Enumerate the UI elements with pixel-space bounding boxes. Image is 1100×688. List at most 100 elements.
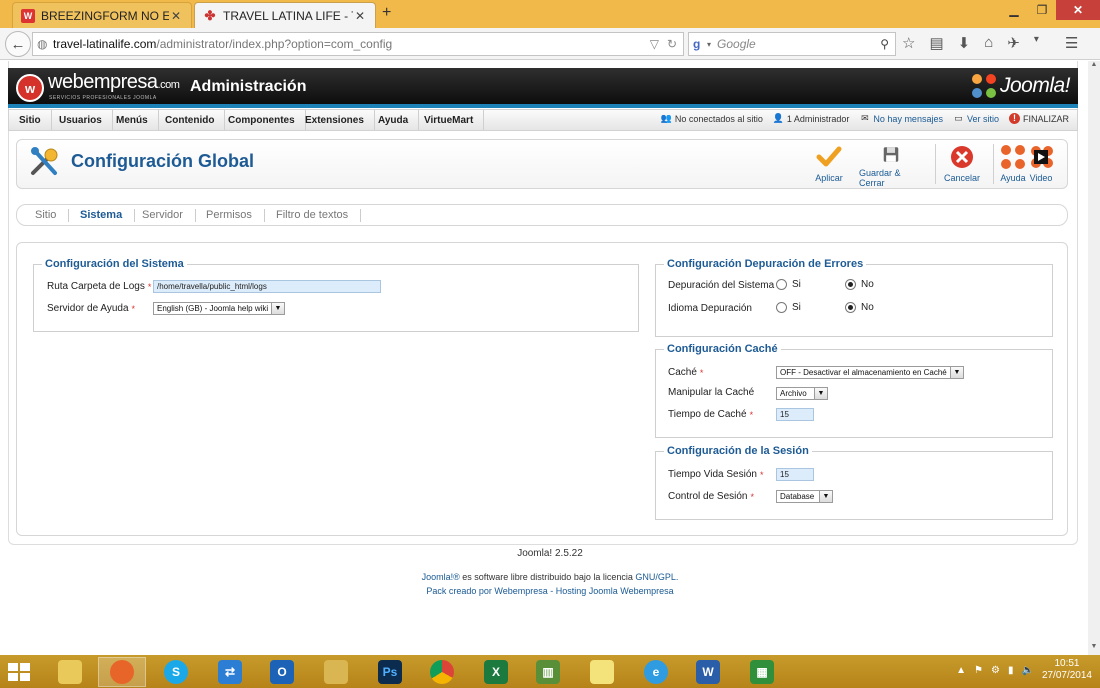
search-icon[interactable]: ⚲	[880, 37, 895, 51]
tab-sistema[interactable]: Sistema	[80, 209, 136, 222]
new-tab-button[interactable]: +	[382, 4, 391, 22]
menu-menus[interactable]: Menús	[106, 110, 159, 130]
system-config-fieldset: Configuración del Sistema	[33, 258, 639, 332]
status-view-site[interactable]: ▭ Ver sitio	[953, 113, 999, 124]
bookmarks-list-icon[interactable]: ▤	[929, 34, 943, 52]
minimize-icon[interactable]: ▁	[1000, 0, 1028, 20]
download-icon[interactable]: ⬇	[958, 34, 971, 52]
system-debug-no-radio[interactable]: No	[845, 279, 874, 290]
back-button[interactable]: ←	[5, 31, 31, 57]
taskbar-project[interactable]: ▦	[738, 657, 786, 687]
menu-ayuda[interactable]: Ayuda	[368, 110, 420, 130]
cache-select[interactable]: OFF - Desactivar el almacenamiento en Ca…	[776, 366, 964, 379]
taskbar-firefox[interactable]	[98, 657, 146, 687]
video-play-icon	[1031, 146, 1053, 168]
gpl-link[interactable]: GNU/GPL.	[635, 572, 678, 582]
taskbar-notes[interactable]	[578, 657, 626, 687]
search-bar[interactable]: g ▾ Google ⚲	[688, 32, 896, 56]
network-icon[interactable]: ▮	[1008, 665, 1014, 676]
taskbar-explorer[interactable]	[46, 657, 94, 687]
lang-debug-label: Idioma Depuración	[668, 303, 752, 314]
taskbar-chrome[interactable]	[418, 657, 466, 687]
taskbar-skype[interactable]: S	[152, 657, 200, 687]
session-handler-label: Control de Sesión *	[668, 491, 755, 502]
vertical-scrollbar[interactable]: ▲ ▼	[1088, 61, 1100, 655]
gear-icon[interactable]: ⚙	[991, 665, 1000, 676]
close-tab-icon[interactable]: ✕	[353, 9, 367, 23]
menu-icon[interactable]: ☰	[1065, 34, 1078, 52]
address-bar[interactable]: ◍ travel-latinalife.com/administrator/in…	[32, 32, 684, 56]
home-icon[interactable]: ⌂	[984, 34, 993, 52]
scroll-up-icon[interactable]: ▲	[1088, 61, 1100, 73]
taskbar-outlook[interactable]: O	[258, 657, 306, 687]
save-close-button[interactable]: Guardar & Cerrar	[859, 144, 923, 188]
scroll-down-icon[interactable]: ▼	[1088, 643, 1100, 655]
checkmark-icon	[816, 146, 842, 167]
bar-chart-icon: ▥	[536, 660, 560, 684]
joomla-link[interactable]: Joomla!®	[422, 572, 460, 582]
dropdown-arrow-icon[interactable]: ▽	[650, 37, 659, 51]
tab-permisos[interactable]: Permisos	[206, 209, 265, 222]
debug-config-legend: Configuración Depuración de Errores	[667, 258, 864, 270]
users-icon: 👥	[660, 113, 673, 123]
apply-button[interactable]: Aplicar	[799, 144, 859, 188]
video-button[interactable]: Video	[1021, 144, 1061, 188]
extension-icon[interactable]: ✈	[1007, 34, 1020, 52]
power-icon: !	[1008, 113, 1020, 124]
tab-servidor[interactable]: Servidor	[142, 209, 196, 222]
tab-sitio[interactable]: Sitio	[35, 209, 70, 222]
tab-filtro-textos[interactable]: Filtro de textos	[276, 209, 362, 222]
bookmark-star-icon[interactable]: ☆	[902, 34, 915, 52]
restore-icon[interactable]: ❐	[1028, 0, 1056, 20]
volume-icon[interactable]: 🔈	[1021, 665, 1033, 676]
sticky-notes-icon	[590, 660, 614, 684]
status-messages[interactable]: ✉ No hay mensajes	[859, 113, 943, 124]
browser-tab-breezingform[interactable]: W BREEZINGFORM NO ENVIA... ✕	[12, 2, 192, 28]
session-config-fieldset: Configuración de la Sesión	[655, 445, 1053, 520]
webempresa-link[interactable]: Webempresa	[494, 586, 547, 596]
menu-contenido[interactable]: Contenido	[155, 110, 226, 130]
config-subtabs: Sitio Sistema Servidor Permisos Filtro d…	[16, 204, 1068, 226]
dropdown-arrow-icon[interactable]: ▾	[707, 40, 711, 49]
menu-componentes[interactable]: Componentes	[218, 110, 306, 130]
taskbar-files[interactable]	[312, 657, 360, 687]
session-handler-select[interactable]: Database ▼	[776, 490, 833, 503]
session-lifetime-input[interactable]: 15	[776, 468, 814, 481]
close-tab-icon[interactable]: ✕	[169, 9, 183, 23]
debug-config-fieldset: Configuración Depuración de Errores	[655, 258, 1053, 337]
taskbar-ie[interactable]: e	[632, 657, 680, 687]
system-debug-yes-radio[interactable]: Si	[776, 279, 801, 290]
flag-icon[interactable]: ⚑	[974, 665, 983, 676]
reload-icon[interactable]: ↻	[667, 37, 677, 51]
lang-debug-yes-radio[interactable]: Si	[776, 302, 801, 313]
system-config-legend: Configuración del Sistema	[45, 258, 184, 270]
browser-tab-travel-latina[interactable]: ✤ TRAVEL LATINA LIFE - TO... ✕	[194, 2, 376, 28]
taskbar-excel[interactable]: X	[472, 657, 520, 687]
admin-title: Administración	[190, 78, 307, 95]
menu-extensiones[interactable]: Extensiones	[295, 110, 375, 130]
spreadsheet-icon: ▦	[750, 660, 774, 684]
help-server-select[interactable]: English (GB) - Joomla help wiki ▼	[153, 302, 285, 315]
dropdown-arrow-icon[interactable]: ▾	[1034, 34, 1039, 52]
taskbar-teamviewer[interactable]: ⇄	[206, 657, 254, 687]
menu-usuarios[interactable]: Usuarios	[49, 110, 113, 130]
clock[interactable]: 10:51 27/07/2014	[1042, 658, 1092, 682]
chevron-down-icon: ▼	[950, 367, 963, 378]
tray-expand-icon[interactable]: ▲	[956, 665, 966, 676]
cache-time-input[interactable]: 15	[776, 408, 814, 421]
menu-sitio[interactable]: Sitio	[9, 110, 52, 130]
close-window-icon[interactable]: ✕	[1056, 0, 1100, 20]
taskbar-photoshop[interactable]: Ps	[366, 657, 414, 687]
log-path-input[interactable]: /home/travella/public_html/logs	[153, 280, 381, 293]
cache-handler-select[interactable]: Archivo ▼	[776, 387, 828, 400]
folder-icon	[324, 660, 348, 684]
hosting-link[interactable]: Hosting Joomla Webempresa	[556, 586, 674, 596]
taskbar-word[interactable]: W	[684, 657, 732, 687]
logout-link[interactable]: ! FINALIZAR	[1008, 113, 1069, 124]
windows-start-icon[interactable]	[8, 663, 30, 681]
firefox-icon	[110, 660, 134, 684]
taskbar-chart-app[interactable]: ▥	[524, 657, 572, 687]
menu-virtuemart[interactable]: VirtueMart	[414, 110, 485, 130]
system-debug-label: Depuración del Sistema	[668, 280, 775, 291]
lang-debug-no-radio[interactable]: No	[845, 302, 874, 313]
